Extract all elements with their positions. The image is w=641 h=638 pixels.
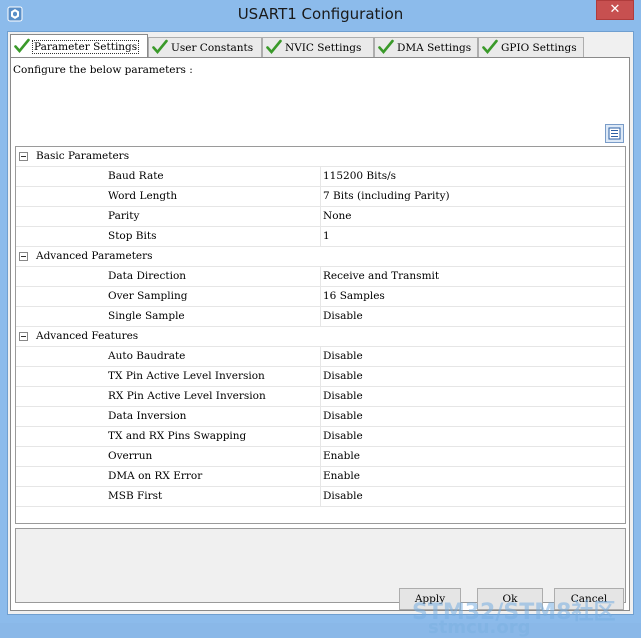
param-name: Data Inversion <box>108 410 187 422</box>
param-value[interactable]: Disable <box>323 370 363 382</box>
param-row-msb-first[interactable]: MSB First Disable <box>16 487 625 507</box>
check-icon <box>482 39 498 55</box>
group-label: Basic Parameters <box>36 150 130 162</box>
param-row-single-sample[interactable]: Single Sample Disable <box>16 307 625 327</box>
param-value[interactable]: Disable <box>323 410 363 422</box>
param-name: Over Sampling <box>108 290 188 302</box>
param-name: RX Pin Active Level Inversion <box>108 390 266 402</box>
column-divider <box>320 187 321 207</box>
param-row-stop-bits[interactable]: Stop Bits 1 <box>16 227 625 247</box>
param-name: Baud Rate <box>108 170 164 182</box>
param-name: Auto Baudrate <box>108 350 186 362</box>
parameter-settings-panel: Configure the below parameters : Basic P… <box>10 57 630 611</box>
param-value[interactable]: Enable <box>323 470 360 482</box>
tab-gpio-settings[interactable]: GPIO Settings <box>478 37 584 57</box>
title-bar[interactable]: USART1 Configuration ✕ <box>0 0 641 30</box>
column-divider <box>320 487 321 507</box>
param-row-overrun[interactable]: Overrun Enable <box>16 447 625 467</box>
check-icon <box>152 39 168 55</box>
tab-strip: Parameter Settings User Constants NVIC S… <box>10 34 630 58</box>
param-row-dma-rx-error[interactable]: DMA on RX Error Enable <box>16 467 625 487</box>
column-divider <box>320 287 321 307</box>
column-divider <box>320 267 321 287</box>
column-divider <box>320 207 321 227</box>
param-value[interactable]: 16 Samples <box>323 290 385 302</box>
list-view-icon[interactable] <box>605 124 624 143</box>
column-divider <box>320 447 321 467</box>
group-row-advanced-features[interactable]: Advanced Features <box>16 327 625 347</box>
group-row-basic-parameters[interactable]: Basic Parameters <box>16 147 625 167</box>
column-divider <box>320 407 321 427</box>
param-row-word-length[interactable]: Word Length 7 Bits (including Parity) <box>16 187 625 207</box>
group-label: Advanced Features <box>36 330 139 342</box>
watermark-url: stmcu.org <box>428 617 531 638</box>
column-divider <box>320 367 321 387</box>
dialog-client-area: Parameter Settings User Constants NVIC S… <box>7 31 634 638</box>
tab-parameter-settings[interactable]: Parameter Settings <box>10 34 148 58</box>
tab-dma-settings[interactable]: DMA Settings <box>374 37 478 57</box>
param-name: Word Length <box>108 190 178 202</box>
column-divider <box>320 387 321 407</box>
param-value[interactable]: None <box>323 210 352 222</box>
check-icon <box>378 39 394 55</box>
column-divider <box>320 467 321 487</box>
param-row-over-sampling[interactable]: Over Sampling 16 Samples <box>16 287 625 307</box>
param-name: Stop Bits <box>108 230 157 242</box>
param-name: Single Sample <box>108 310 185 322</box>
column-divider <box>320 347 321 367</box>
param-name: TX Pin Active Level Inversion <box>108 370 265 382</box>
param-name: Overrun <box>108 450 153 462</box>
param-value[interactable]: Disable <box>323 350 363 362</box>
param-value[interactable]: Disable <box>323 490 363 502</box>
param-value[interactable]: 1 <box>323 230 330 242</box>
tab-nvic-settings[interactable]: NVIC Settings <box>262 37 374 57</box>
param-row-auto-baudrate[interactable]: Auto Baudrate Disable <box>16 347 625 367</box>
param-row-parity[interactable]: Parity None <box>16 207 625 227</box>
parameter-grid: Basic Parameters Baud Rate 115200 Bits/s… <box>15 146 626 524</box>
param-name: DMA on RX Error <box>108 470 203 482</box>
group-row-advanced-parameters[interactable]: Advanced Parameters <box>16 247 625 267</box>
tab-label: DMA Settings <box>397 42 472 54</box>
collapse-icon[interactable] <box>19 152 28 161</box>
param-value[interactable]: 115200 Bits/s <box>323 170 396 182</box>
instructions-text: Configure the below parameters : <box>13 64 193 76</box>
tab-label: NVIC Settings <box>285 42 362 54</box>
param-row-rx-pin-inversion[interactable]: RX Pin Active Level Inversion Disable <box>16 387 625 407</box>
column-divider <box>320 427 321 447</box>
group-label: Advanced Parameters <box>36 250 153 262</box>
param-value[interactable]: Receive and Transmit <box>323 270 439 282</box>
param-value[interactable]: Enable <box>323 450 360 462</box>
column-divider <box>320 227 321 247</box>
tab-label: User Constants <box>171 42 254 54</box>
param-name: Data Direction <box>108 270 187 282</box>
param-value[interactable]: 7 Bits (including Parity) <box>323 190 450 202</box>
collapse-icon[interactable] <box>19 332 28 341</box>
configuration-window: USART1 Configuration ✕ Parameter Setting… <box>0 0 641 638</box>
window-title: USART1 Configuration <box>237 5 404 23</box>
check-icon <box>14 38 30 54</box>
param-name: MSB First <box>108 490 163 502</box>
param-value[interactable]: Disable <box>323 390 363 402</box>
param-name: Parity <box>108 210 140 222</box>
close-button[interactable]: ✕ <box>596 0 634 20</box>
collapse-icon[interactable] <box>19 252 28 261</box>
tab-label: GPIO Settings <box>501 42 577 54</box>
tab-user-constants[interactable]: User Constants <box>148 37 262 57</box>
param-row-tx-pin-inversion[interactable]: TX Pin Active Level Inversion Disable <box>16 367 625 387</box>
param-row-data-inversion[interactable]: Data Inversion Disable <box>16 407 625 427</box>
tab-label: Parameter Settings <box>32 40 140 54</box>
check-icon <box>266 39 282 55</box>
param-row-pins-swapping[interactable]: TX and RX Pins Swapping Disable <box>16 427 625 447</box>
param-name: TX and RX Pins Swapping <box>108 430 247 442</box>
param-value[interactable]: Disable <box>323 310 363 322</box>
param-value[interactable]: Disable <box>323 430 363 442</box>
column-divider <box>320 307 321 327</box>
close-icon: ✕ <box>609 2 621 17</box>
param-row-baud-rate[interactable]: Baud Rate 115200 Bits/s <box>16 167 625 187</box>
param-row-data-direction[interactable]: Data Direction Receive and Transmit <box>16 267 625 287</box>
column-divider <box>320 167 321 187</box>
